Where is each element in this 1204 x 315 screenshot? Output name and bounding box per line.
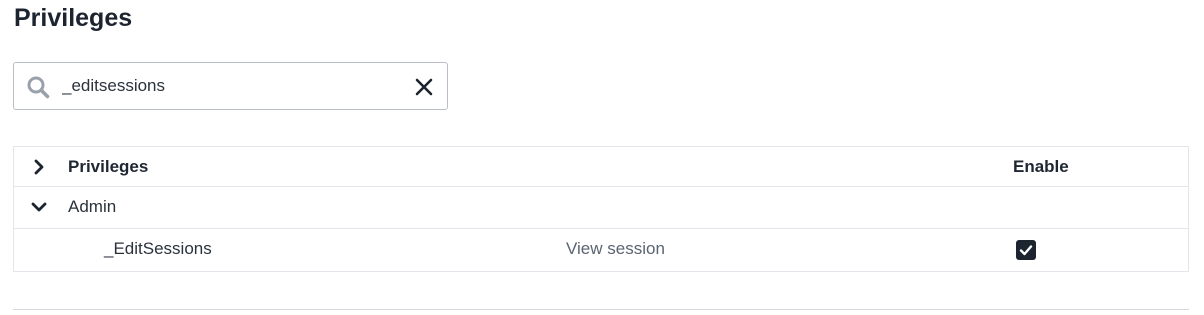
search-icon bbox=[26, 75, 50, 99]
search-input[interactable] bbox=[62, 73, 392, 99]
group-label: Admin bbox=[68, 197, 117, 216]
divider bbox=[13, 309, 1189, 310]
table-header-row: Privileges Enable bbox=[14, 147, 1188, 187]
collapse-group-toggle[interactable] bbox=[30, 198, 48, 216]
close-icon[interactable] bbox=[412, 75, 436, 99]
checkmark-icon bbox=[1019, 245, 1033, 256]
privilege-name: _EditSessions bbox=[104, 239, 212, 258]
group-row-admin[interactable]: Admin bbox=[14, 187, 1188, 229]
search-field[interactable] bbox=[13, 62, 448, 110]
chevron-down-icon[interactable] bbox=[30, 198, 48, 216]
enable-checkbox[interactable] bbox=[1016, 240, 1036, 260]
column-header-privileges: Privileges bbox=[68, 157, 149, 176]
privileges-tree-table: Privileges Enable Admin _EditSessions Vi… bbox=[13, 146, 1189, 272]
chevron-right-icon[interactable] bbox=[30, 158, 48, 176]
privilege-row: _EditSessions View session bbox=[14, 229, 1188, 271]
column-header-enable: Enable bbox=[1013, 157, 1069, 176]
clear-search-button[interactable] bbox=[412, 75, 436, 99]
privilege-description: View session bbox=[566, 239, 665, 258]
expand-all-toggle[interactable] bbox=[30, 158, 48, 176]
page-title: Privileges bbox=[14, 4, 133, 32]
